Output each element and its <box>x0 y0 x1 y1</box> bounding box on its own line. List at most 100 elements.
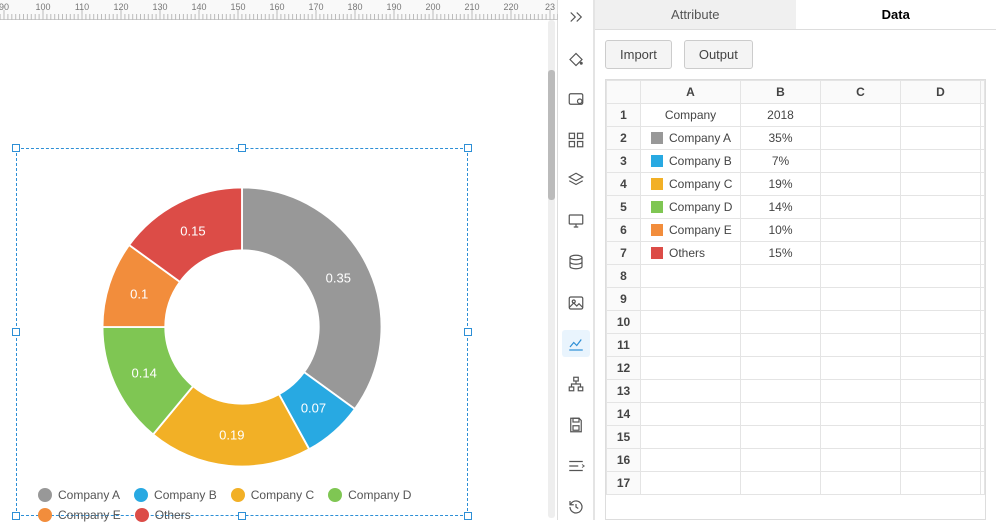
history-icon[interactable] <box>562 493 590 520</box>
grid-cell[interactable]: Others <box>641 242 741 265</box>
grid-row-header[interactable]: 9 <box>607 288 641 311</box>
grid-cell[interactable] <box>981 426 985 449</box>
output-button[interactable]: Output <box>684 40 753 69</box>
grid-cell[interactable]: 7% <box>741 150 821 173</box>
grid-cell[interactable] <box>981 150 985 173</box>
grid-cell[interactable] <box>901 196 981 219</box>
grid-cell[interactable] <box>741 334 821 357</box>
grid-cell[interactable] <box>821 311 901 334</box>
grid-corner[interactable] <box>607 81 641 104</box>
grid-cell[interactable] <box>981 104 985 127</box>
grid-cell[interactable]: Company C <box>641 173 741 196</box>
grid-cell[interactable] <box>641 449 741 472</box>
collapse-panel-icon[interactable] <box>562 4 590 31</box>
grid-cell[interactable] <box>901 219 981 242</box>
grid-cell[interactable] <box>821 150 901 173</box>
legend-item[interactable]: Company A <box>38 488 120 502</box>
grid-row-header[interactable]: 14 <box>607 403 641 426</box>
grid-cell[interactable]: 15% <box>741 242 821 265</box>
grid-cell[interactable] <box>821 403 901 426</box>
grid-cell[interactable] <box>981 311 985 334</box>
grid-cell[interactable] <box>741 288 821 311</box>
grid-cell[interactable] <box>981 265 985 288</box>
grid-cell[interactable] <box>981 288 985 311</box>
grid-cell[interactable] <box>981 127 985 150</box>
save-icon[interactable] <box>562 412 590 439</box>
grid-cell[interactable] <box>641 380 741 403</box>
grid-cell[interactable]: 35% <box>741 127 821 150</box>
grid-cell[interactable] <box>641 334 741 357</box>
grid-cell[interactable] <box>821 357 901 380</box>
chart-line-icon[interactable] <box>562 330 590 357</box>
align-icon[interactable] <box>562 452 590 479</box>
grid-row-header[interactable]: 17 <box>607 472 641 495</box>
grid-col-header[interactable] <box>981 81 985 104</box>
grid-cell[interactable] <box>821 219 901 242</box>
grid-cell[interactable] <box>981 242 985 265</box>
grid-cell[interactable] <box>821 265 901 288</box>
grid-cell[interactable] <box>821 104 901 127</box>
grid-cell[interactable] <box>741 449 821 472</box>
legend-item[interactable]: Company B <box>134 488 217 502</box>
grid-cell[interactable] <box>981 472 985 495</box>
legend-item[interactable]: Company D <box>328 488 411 502</box>
grid-col-header[interactable]: C <box>821 81 901 104</box>
grid-row-header[interactable]: 10 <box>607 311 641 334</box>
grid-cell[interactable] <box>981 196 985 219</box>
tab-attribute[interactable]: Attribute <box>595 0 796 30</box>
grid-cell[interactable] <box>821 472 901 495</box>
grid-cell[interactable] <box>981 449 985 472</box>
doughnut-chart[interactable]: 0.350.070.190.140.10.15 Company ACompany… <box>16 148 468 526</box>
presentation-icon[interactable] <box>562 208 590 235</box>
grid-cell[interactable]: 10% <box>741 219 821 242</box>
grid-cell[interactable] <box>741 357 821 380</box>
grid-col-header[interactable]: B <box>741 81 821 104</box>
sitemap-icon[interactable] <box>562 371 590 398</box>
image-icon[interactable] <box>562 289 590 316</box>
chart-slice[interactable] <box>242 188 382 409</box>
grid-cell[interactable] <box>741 265 821 288</box>
grid-row-header[interactable]: 4 <box>607 173 641 196</box>
settings-icon[interactable] <box>562 86 590 113</box>
grid-cell[interactable] <box>901 357 981 380</box>
grid-cell[interactable]: Company A <box>641 127 741 150</box>
grid-cell[interactable] <box>901 334 981 357</box>
grid-row-header[interactable]: 1 <box>607 104 641 127</box>
grid-cell[interactable] <box>641 265 741 288</box>
grid-cell[interactable] <box>741 311 821 334</box>
grid-cell[interactable]: 14% <box>741 196 821 219</box>
grid-cell[interactable] <box>821 334 901 357</box>
import-button[interactable]: Import <box>605 40 672 69</box>
grid-row-header[interactable]: 2 <box>607 127 641 150</box>
grid-cell[interactable] <box>901 449 981 472</box>
legend-item[interactable]: Company C <box>231 488 314 502</box>
grid-col-header[interactable]: D <box>901 81 981 104</box>
grid-col-header[interactable]: A <box>641 81 741 104</box>
grid-cell[interactable] <box>901 173 981 196</box>
grid-cell[interactable]: Company <box>641 104 741 127</box>
grid-icon[interactable] <box>562 126 590 153</box>
grid-cell[interactable] <box>641 426 741 449</box>
grid-cell[interactable] <box>641 311 741 334</box>
grid-row-header[interactable]: 15 <box>607 426 641 449</box>
grid-row-header[interactable]: 11 <box>607 334 641 357</box>
grid-cell[interactable] <box>821 449 901 472</box>
tab-data[interactable]: Data <box>796 0 996 30</box>
grid-cell[interactable] <box>821 127 901 150</box>
grid-cell[interactable] <box>641 403 741 426</box>
grid-row-header[interactable]: 8 <box>607 265 641 288</box>
grid-cell[interactable] <box>901 150 981 173</box>
grid-cell[interactable]: Company D <box>641 196 741 219</box>
grid-cell[interactable] <box>641 288 741 311</box>
grid-cell[interactable] <box>981 380 985 403</box>
grid-cell[interactable] <box>741 426 821 449</box>
grid-cell[interactable] <box>901 288 981 311</box>
grid-cell[interactable] <box>901 104 981 127</box>
grid-cell[interactable] <box>901 127 981 150</box>
grid-cell[interactable] <box>901 403 981 426</box>
grid-cell[interactable] <box>901 472 981 495</box>
grid-row-header[interactable]: 3 <box>607 150 641 173</box>
grid-cell[interactable] <box>981 357 985 380</box>
grid-cell[interactable] <box>741 380 821 403</box>
layers-icon[interactable] <box>562 167 590 194</box>
